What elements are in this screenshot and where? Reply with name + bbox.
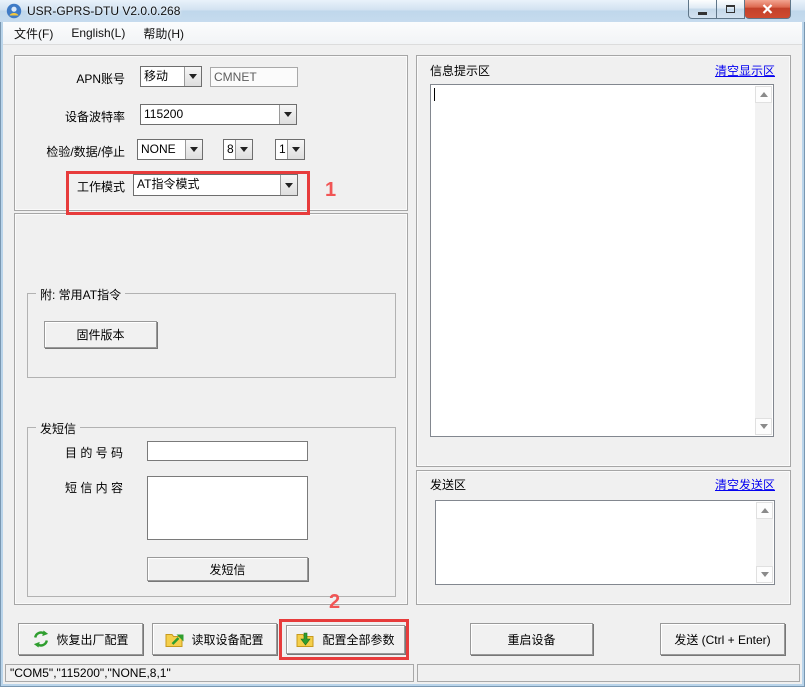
client-area: APN账号 移动 CMNET 设备波特率 115200 检验/数据/停止 NON…: [3, 45, 802, 662]
maximize-icon: [726, 5, 735, 13]
status-connection: "COM5","115200","NONE,8,1": [5, 664, 414, 682]
parity-dropdown-button[interactable]: [185, 140, 202, 159]
triangle-up-icon: [760, 508, 769, 513]
annotation-box-1: [66, 171, 310, 215]
apn-select[interactable]: 移动: [140, 66, 202, 87]
menu-bar: 文件(F) English(L) 帮助(H): [3, 22, 802, 45]
menu-file[interactable]: 文件(F): [5, 22, 62, 45]
configure-all-button[interactable]: 配置全部参数: [286, 625, 405, 654]
folder-import-icon: [296, 632, 314, 647]
sms-content-textarea[interactable]: [147, 476, 308, 540]
firmware-version-label: 固件版本: [76, 328, 125, 342]
apn-code-field[interactable]: CMNET: [210, 67, 298, 87]
status-extra: [417, 664, 800, 682]
scroll-up-button[interactable]: [756, 502, 773, 519]
apn-dropdown-button[interactable]: [184, 67, 201, 86]
folder-export-icon: [165, 633, 184, 647]
apn-select-value: 移动: [144, 69, 169, 83]
maximize-button[interactable]: [717, 0, 745, 19]
send-scrollbar[interactable]: [756, 502, 773, 583]
scroll-down-button[interactable]: [755, 418, 772, 435]
configure-all-label: 配置全部参数: [322, 633, 395, 647]
chevron-down-icon: [292, 147, 300, 152]
stopbits-dropdown-button[interactable]: [287, 140, 304, 159]
triangle-down-icon: [759, 424, 768, 429]
parity-select[interactable]: NONE: [137, 139, 203, 160]
info-display-area[interactable]: [430, 84, 774, 437]
window-title: USR-GPRS-DTU V2.0.0.268: [27, 4, 181, 18]
minimize-button[interactable]: [688, 0, 717, 19]
chevron-down-icon: [284, 112, 292, 117]
read-config-button[interactable]: 读取设备配置: [152, 623, 277, 655]
restart-device-label: 重启设备: [507, 632, 556, 647]
send-panel-title: 发送区: [430, 478, 467, 492]
text-caret: [434, 88, 435, 101]
restart-device-button[interactable]: 重启设备: [470, 623, 593, 655]
status-bar: "COM5","115200","NONE,8,1": [3, 662, 802, 684]
stopbits-select-value: 1: [279, 142, 286, 156]
menu-help[interactable]: 帮助(H): [134, 22, 193, 45]
send-button-label: 发送 (Ctrl + Enter): [674, 632, 771, 647]
chevron-down-icon: [190, 147, 198, 152]
close-button[interactable]: [745, 0, 791, 19]
clear-send-link[interactable]: 清空发送区: [715, 476, 775, 493]
triangle-down-icon: [760, 572, 769, 577]
apn-label: APN账号: [76, 72, 125, 86]
info-scrollbar[interactable]: [755, 86, 772, 435]
minimize-icon: [698, 11, 707, 15]
sms-group-title: 发短信: [36, 420, 81, 437]
sms-send-button[interactable]: 发短信: [147, 557, 308, 581]
recycle-arrows-icon: [34, 630, 49, 648]
close-icon: [762, 4, 773, 14]
databits-select[interactable]: 8: [223, 139, 253, 160]
chevron-down-icon: [189, 74, 197, 79]
app-window: USR-GPRS-DTU V2.0.0.268 文件(F) English(L)…: [0, 0, 805, 687]
scroll-up-button[interactable]: [755, 86, 772, 103]
sms-content-label: 短 信 内 容: [65, 481, 124, 495]
menu-english[interactable]: English(L): [62, 23, 134, 43]
triangle-up-icon: [759, 92, 768, 97]
send-input-area[interactable]: [435, 500, 775, 585]
clear-info-link[interactable]: 清空显示区: [715, 62, 775, 79]
baud-select-value: 115200: [144, 107, 184, 121]
parity-label: 检验/数据/停止: [46, 145, 125, 159]
annotation-number-2: 2: [329, 591, 341, 613]
scroll-down-button[interactable]: [756, 566, 773, 583]
databits-select-value: 8: [227, 142, 234, 156]
chevron-down-icon: [240, 147, 248, 152]
restore-factory-button[interactable]: 恢复出厂配置: [18, 623, 143, 655]
sms-phone-label: 目 的 号 码: [65, 446, 124, 460]
send-button[interactable]: 发送 (Ctrl + Enter): [660, 623, 785, 655]
firmware-version-button[interactable]: 固件版本: [44, 321, 157, 348]
at-command-group-title: 附: 常用AT指令: [36, 286, 126, 303]
baud-select[interactable]: 115200: [140, 104, 297, 125]
title-bar: USR-GPRS-DTU V2.0.0.268: [0, 0, 805, 22]
sms-send-label: 发短信: [209, 562, 246, 577]
baud-label: 设备波特率: [64, 110, 125, 124]
parity-select-value: NONE: [141, 142, 176, 156]
window-controls: [688, 0, 791, 19]
stopbits-select[interactable]: 1: [275, 139, 305, 160]
app-icon: [6, 3, 22, 19]
annotation-number-1: 1: [325, 179, 337, 201]
info-panel-title: 信息提示区: [430, 64, 491, 78]
sms-phone-input[interactable]: [147, 441, 308, 461]
databits-dropdown-button[interactable]: [235, 140, 252, 159]
restore-factory-label: 恢复出厂配置: [56, 632, 129, 647]
read-config-label: 读取设备配置: [191, 632, 264, 647]
baud-dropdown-button[interactable]: [279, 105, 296, 124]
